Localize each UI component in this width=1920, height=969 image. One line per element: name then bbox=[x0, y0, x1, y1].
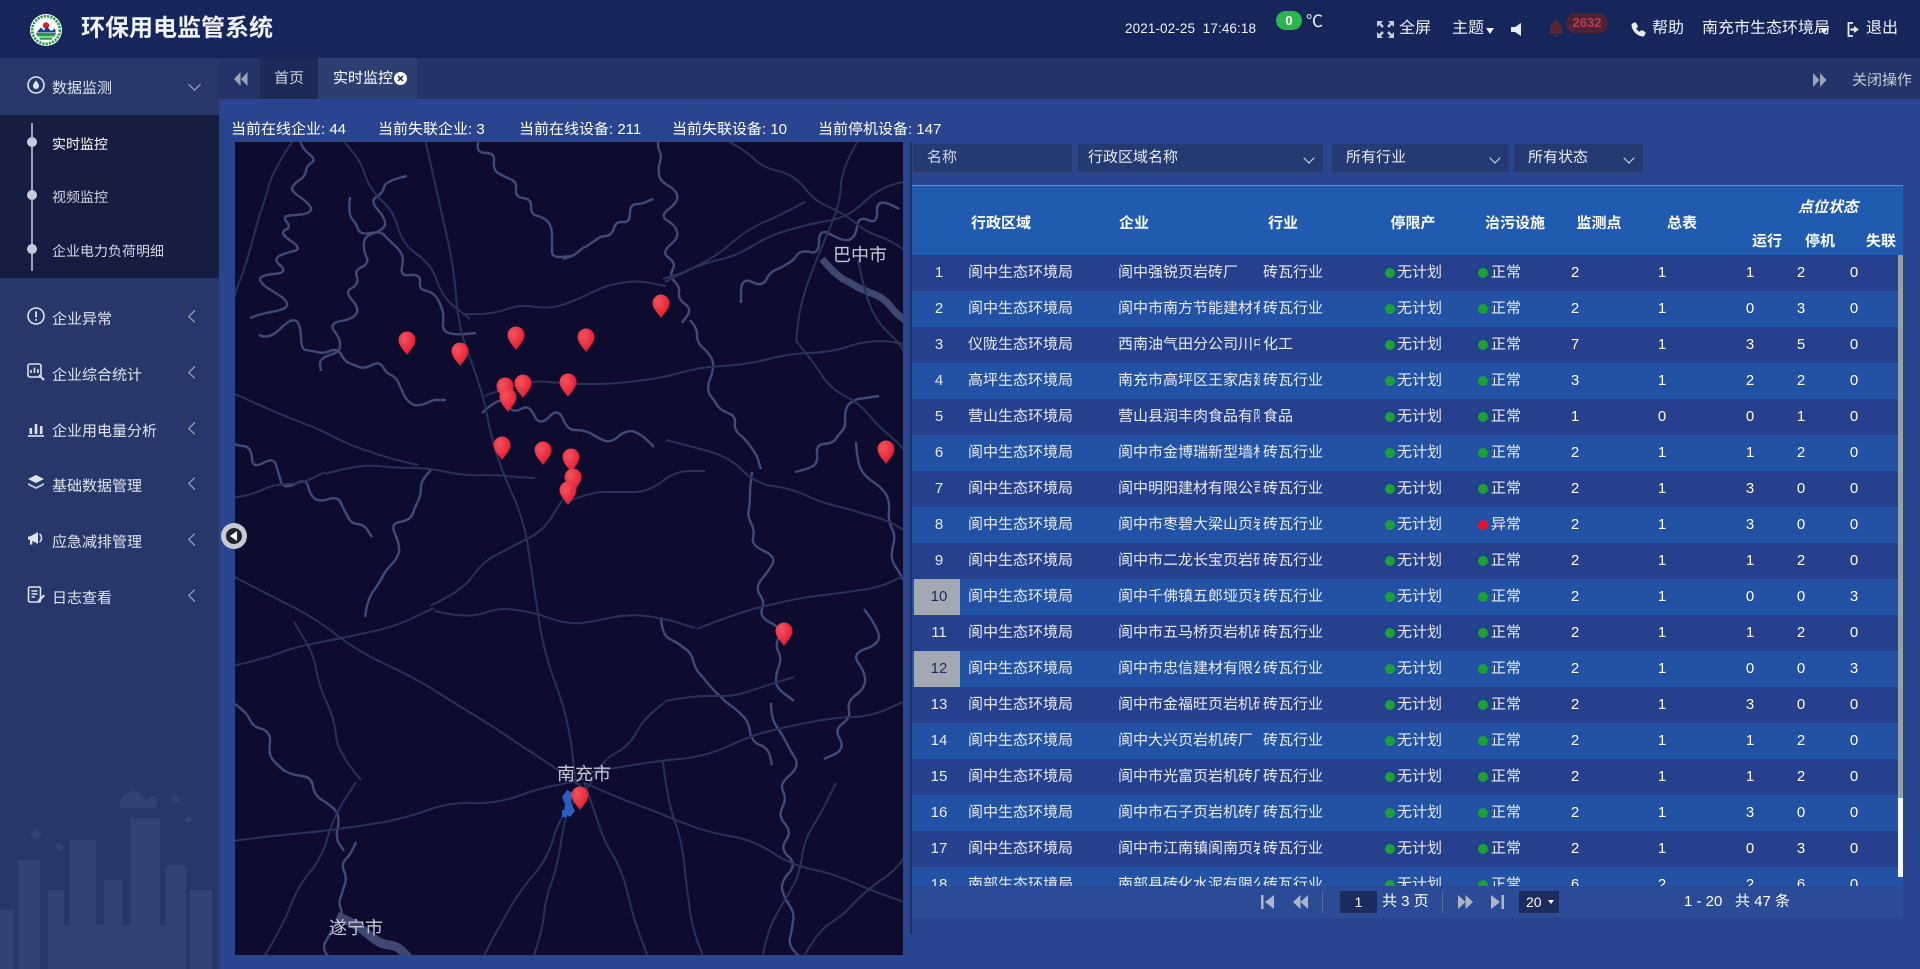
svg-text:巴中市: 巴中市 bbox=[833, 245, 887, 265]
svg-text:遂宁市: 遂宁市 bbox=[329, 918, 383, 938]
svg-text:南充市: 南充市 bbox=[557, 764, 611, 784]
